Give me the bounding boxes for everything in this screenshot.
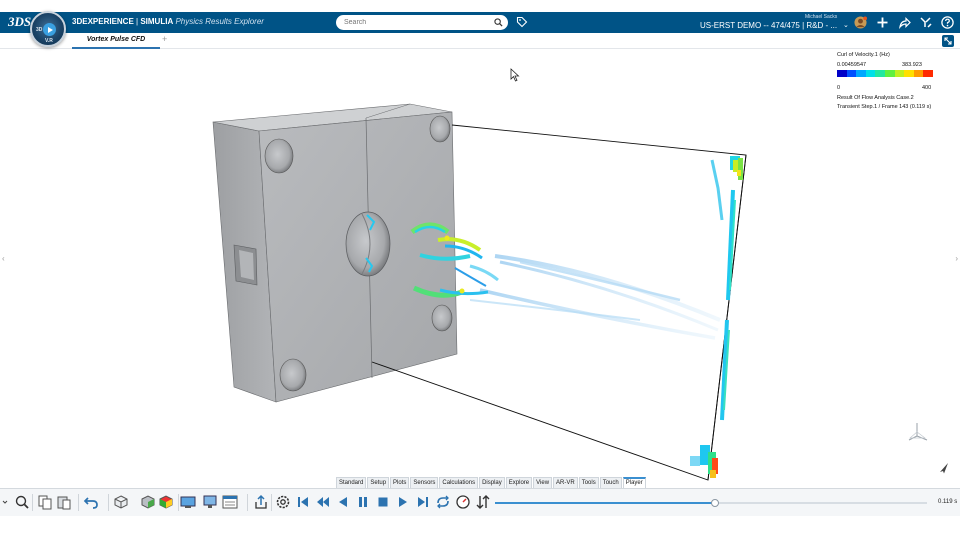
tag-icon[interactable] xyxy=(516,16,528,28)
viewer-3d[interactable]: ‹ › xyxy=(0,49,960,489)
timeline-slider[interactable] xyxy=(495,499,927,507)
tab-tools[interactable]: Tools xyxy=(578,477,599,488)
search-box[interactable] xyxy=(336,15,508,30)
pointer-mode-icon[interactable] xyxy=(939,462,949,474)
tab-plots[interactable]: Plots xyxy=(390,477,410,488)
ds-logo-icon: 3DS xyxy=(8,14,32,29)
legend-color-swatch xyxy=(913,70,924,77)
tab-view[interactable]: View xyxy=(533,477,553,488)
tab-explore[interactable]: Explore xyxy=(505,477,533,488)
tab-ar-vr[interactable]: AR-VR xyxy=(553,477,578,488)
loop-icon[interactable] xyxy=(435,494,451,510)
render-style-icon[interactable] xyxy=(140,494,156,510)
play-backward-icon[interactable] xyxy=(335,494,351,510)
action-bar: 0.119 s xyxy=(0,488,960,516)
bottom-margin xyxy=(0,516,960,540)
add-tab-button[interactable]: + xyxy=(162,34,167,44)
legend-tick-min: 0 xyxy=(837,85,841,91)
legend-color-swatch xyxy=(894,70,905,77)
axis-triad-icon[interactable] xyxy=(905,420,929,444)
legend-color-bar xyxy=(837,70,933,77)
zoom-fit-icon[interactable] xyxy=(14,494,30,510)
legend-result-name: Result Of Flow Analysis Case.2 xyxy=(837,95,914,101)
mouse-cursor-icon xyxy=(510,68,520,82)
chevron-down-icon[interactable]: ⌄ xyxy=(843,21,849,29)
first-frame-icon[interactable] xyxy=(295,494,311,510)
tab-display[interactable]: Display xyxy=(479,477,505,488)
compass-label-top: 3D xyxy=(36,27,43,33)
legend-color-swatch xyxy=(904,70,914,77)
tab-vortex-pulse-cfd[interactable]: Vortex Pulse CFD xyxy=(72,33,160,49)
tab-standard[interactable]: Standard xyxy=(336,477,367,488)
monitor-icon[interactable] xyxy=(202,494,218,510)
step-back-icon[interactable] xyxy=(315,494,331,510)
bolt-hole xyxy=(279,358,307,392)
bolt-hole xyxy=(431,304,453,332)
legend-color-swatch xyxy=(837,70,847,77)
screen-capture-icon[interactable] xyxy=(180,494,196,510)
legend-value-max: 383.923 xyxy=(902,62,922,68)
app-name: Physics Results Explorer xyxy=(175,17,264,26)
compass-label-bottom: V.R xyxy=(45,38,53,44)
tools-icon[interactable] xyxy=(919,16,932,29)
tab-player[interactable]: Player xyxy=(622,477,646,488)
legend-color-swatch xyxy=(865,70,876,77)
legend-color-swatch xyxy=(884,70,895,77)
collapse-right-icon[interactable]: › xyxy=(955,254,958,263)
search-input[interactable] xyxy=(344,17,484,28)
time-label: 0.119 s xyxy=(938,499,958,505)
legend-color-swatch xyxy=(923,70,933,77)
export-icon[interactable] xyxy=(253,494,269,510)
legend-tick-max: 400 xyxy=(922,85,932,91)
collapse-left-icon[interactable]: ‹ xyxy=(2,254,5,263)
copy-icon[interactable] xyxy=(37,494,53,510)
brand-company: SIMULIA xyxy=(140,17,174,26)
tab-touch[interactable]: Touch xyxy=(599,477,622,488)
tab-setup[interactable]: Setup xyxy=(367,477,390,488)
bolt-hole xyxy=(429,115,451,143)
legend-color-swatch xyxy=(856,70,866,77)
help-icon[interactable] xyxy=(941,16,954,29)
chevron-down-icon[interactable] xyxy=(2,494,8,510)
last-frame-icon[interactable] xyxy=(415,494,431,510)
paste-icon[interactable] xyxy=(56,494,72,510)
collab-space-selector[interactable]: US-ERST DEMO -- 474/475 | R&D - ... xyxy=(700,21,837,30)
search-icon[interactable] xyxy=(494,18,503,27)
compass-icon[interactable]: 3D V.R xyxy=(30,11,66,47)
timeline-progress xyxy=(495,502,716,504)
legend-value-min: 0.00459547 xyxy=(837,62,867,68)
contour-display-icon[interactable] xyxy=(158,494,174,510)
sort-frames-icon[interactable] xyxy=(475,494,491,510)
settings-icon[interactable] xyxy=(275,494,291,510)
legend-step-info: Transient Step.1 / Frame 143 (0.119 s) xyxy=(837,104,932,110)
app-brand: 3DEXPERIENCE | SIMULIA Physics Results E… xyxy=(72,17,264,26)
play-forward-icon[interactable] xyxy=(395,494,411,510)
undo-icon[interactable] xyxy=(83,494,99,510)
tab-bar: Vortex Pulse CFD + xyxy=(0,33,960,49)
play-icon[interactable] xyxy=(43,23,56,36)
brand-platform: 3DEXPERIENCE xyxy=(72,17,134,26)
legend-title: Curl of Velocity.1 (Hz) xyxy=(837,52,890,58)
bolt-hole xyxy=(264,138,294,174)
top-bar: 3DS 3DEXPERIENCE | SIMULIA Physics Resul… xyxy=(0,12,960,33)
section-tabs: Standard Setup Plots Sensors Calculations Dis… xyxy=(336,477,647,488)
speed-icon[interactable] xyxy=(455,494,471,510)
nozzle-hole xyxy=(345,211,391,277)
view-cube-icon[interactable] xyxy=(113,494,129,510)
legend-color-swatch xyxy=(875,70,885,77)
pause-icon[interactable] xyxy=(355,494,371,510)
layout-icon[interactable] xyxy=(222,494,238,510)
tab-calculations[interactable]: Calculations xyxy=(439,477,479,488)
avatar[interactable] xyxy=(854,16,867,29)
user-name: Michael Sacks xyxy=(805,14,838,20)
stop-icon[interactable] xyxy=(375,494,391,510)
share-icon[interactable] xyxy=(898,16,911,29)
simulation-model xyxy=(212,103,747,481)
timeline-handle[interactable] xyxy=(711,499,720,507)
plus-icon[interactable] xyxy=(876,16,889,29)
legend-color-swatch xyxy=(846,70,857,77)
tab-sensors[interactable]: Sensors xyxy=(410,477,439,488)
fullscreen-icon[interactable] xyxy=(942,35,954,47)
